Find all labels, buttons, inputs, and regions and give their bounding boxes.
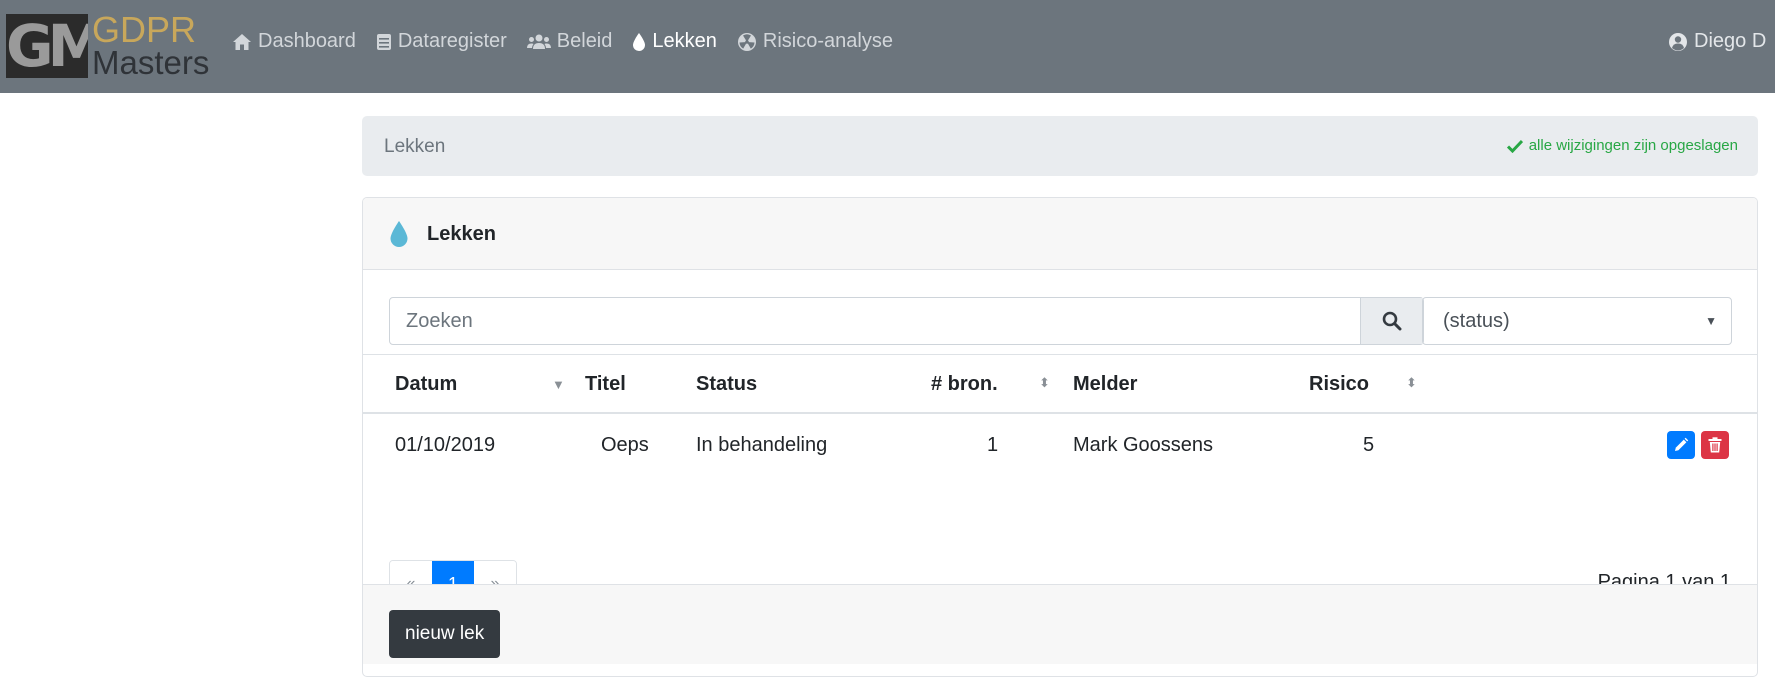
nav-item-dashboard[interactable]: Dashboard [232, 30, 356, 53]
col-header-risico[interactable]: Risico [1309, 373, 1369, 396]
col-header-bronnen[interactable]: # bron. [931, 373, 998, 396]
chevron-down-icon: ▼ [1705, 314, 1717, 328]
lekken-table: Datum ▼ Titel Status # bron. ⬍ Melder Ri… [363, 354, 1757, 474]
status-filter-value: (status) [1443, 309, 1510, 332]
user-menu[interactable]: Diego D [1668, 30, 1775, 53]
card-title: Lekken [427, 223, 496, 245]
nav-label-dashboard: Dashboard [258, 30, 356, 52]
nav-label-lekken: Lekken [652, 30, 717, 52]
radiation-icon [737, 32, 757, 52]
breadcrumb-title: Lekken [384, 136, 446, 157]
drop-icon [632, 32, 646, 52]
lekken-card: Lekken (status) ▼ Datum ▼ Titel Status #… [362, 197, 1758, 677]
top-navbar: GM GDPR Masters Dashboard Dataregister B… [0, 0, 1775, 93]
sort-icon[interactable]: ⬍ [1039, 375, 1050, 391]
save-status-text: alle wijzigingen zijn opgeslagen [1528, 137, 1738, 154]
delete-button[interactable] [1701, 431, 1729, 459]
card-footer: nieuw lek [363, 584, 1757, 664]
logo-text[interactable]: GDPR Masters [92, 9, 210, 81]
new-leak-button[interactable]: nieuw lek [389, 610, 501, 658]
trash-icon [1708, 437, 1722, 453]
table-header: Datum ▼ Titel Status # bron. ⬍ Melder Ri… [363, 354, 1757, 414]
nav-item-dataregister[interactable]: Dataregister [376, 30, 507, 53]
cell-status: In behandeling [696, 434, 828, 456]
cell-risico: 5 [1363, 434, 1375, 456]
col-header-status[interactable]: Status [696, 373, 757, 396]
user-name: Diego D [1694, 30, 1767, 52]
cell-datum: 01/10/2019 [395, 434, 496, 456]
card-header: Lekken [363, 198, 1757, 270]
search-group [389, 297, 1424, 345]
users-icon [526, 33, 551, 51]
logo-mark[interactable]: GM [6, 14, 88, 78]
drop-icon [389, 220, 409, 248]
logo-line-masters: Masters [92, 44, 210, 81]
nav-item-beleid[interactable]: Beleid [526, 30, 613, 53]
nav-label-risico-analyse: Risico-analyse [762, 30, 893, 52]
search-button[interactable] [1360, 298, 1423, 344]
save-status: alle wijzigingen zijn opgeslagen [1506, 137, 1738, 154]
nav-item-lekken[interactable]: Lekken [632, 30, 717, 53]
search-icon [1382, 311, 1402, 331]
logo-line-gdpr: GDPR [92, 9, 197, 50]
nav-label-dataregister: Dataregister [397, 30, 507, 52]
edit-button[interactable] [1667, 431, 1695, 459]
col-header-titel[interactable]: Titel [585, 373, 626, 396]
table-row[interactable]: 01/10/2019 Oeps In behandeling 1 Mark Go… [363, 414, 1757, 474]
nav-item-risico-analyse[interactable]: Risico-analyse [737, 30, 893, 53]
sort-icon[interactable]: ⬍ [1406, 375, 1417, 391]
cell-titel: Oeps [601, 434, 649, 456]
logo-mark-text: GM [6, 14, 88, 78]
col-header-melder[interactable]: Melder [1073, 373, 1137, 396]
sort-desc-icon[interactable]: ▼ [552, 377, 565, 392]
cell-melder: Mark Goossens [1073, 434, 1214, 456]
pencil-icon [1673, 437, 1689, 453]
main-nav: Dashboard Dataregister Beleid Lekken Ris… [232, 30, 913, 53]
search-input[interactable] [390, 298, 1360, 344]
cell-bronnen: 1 [987, 434, 999, 456]
col-header-datum-label[interactable]: Datum [395, 373, 457, 396]
status-filter-select[interactable]: (status) ▼ [1422, 297, 1732, 345]
check-icon [1506, 139, 1523, 153]
breadcrumb: Lekken alle wijzigingen zijn opgeslagen [362, 116, 1758, 176]
home-icon [232, 33, 252, 51]
row-actions [1661, 431, 1729, 459]
user-circle-icon [1668, 32, 1688, 52]
database-icon [376, 33, 392, 51]
nav-label-beleid: Beleid [556, 30, 613, 52]
